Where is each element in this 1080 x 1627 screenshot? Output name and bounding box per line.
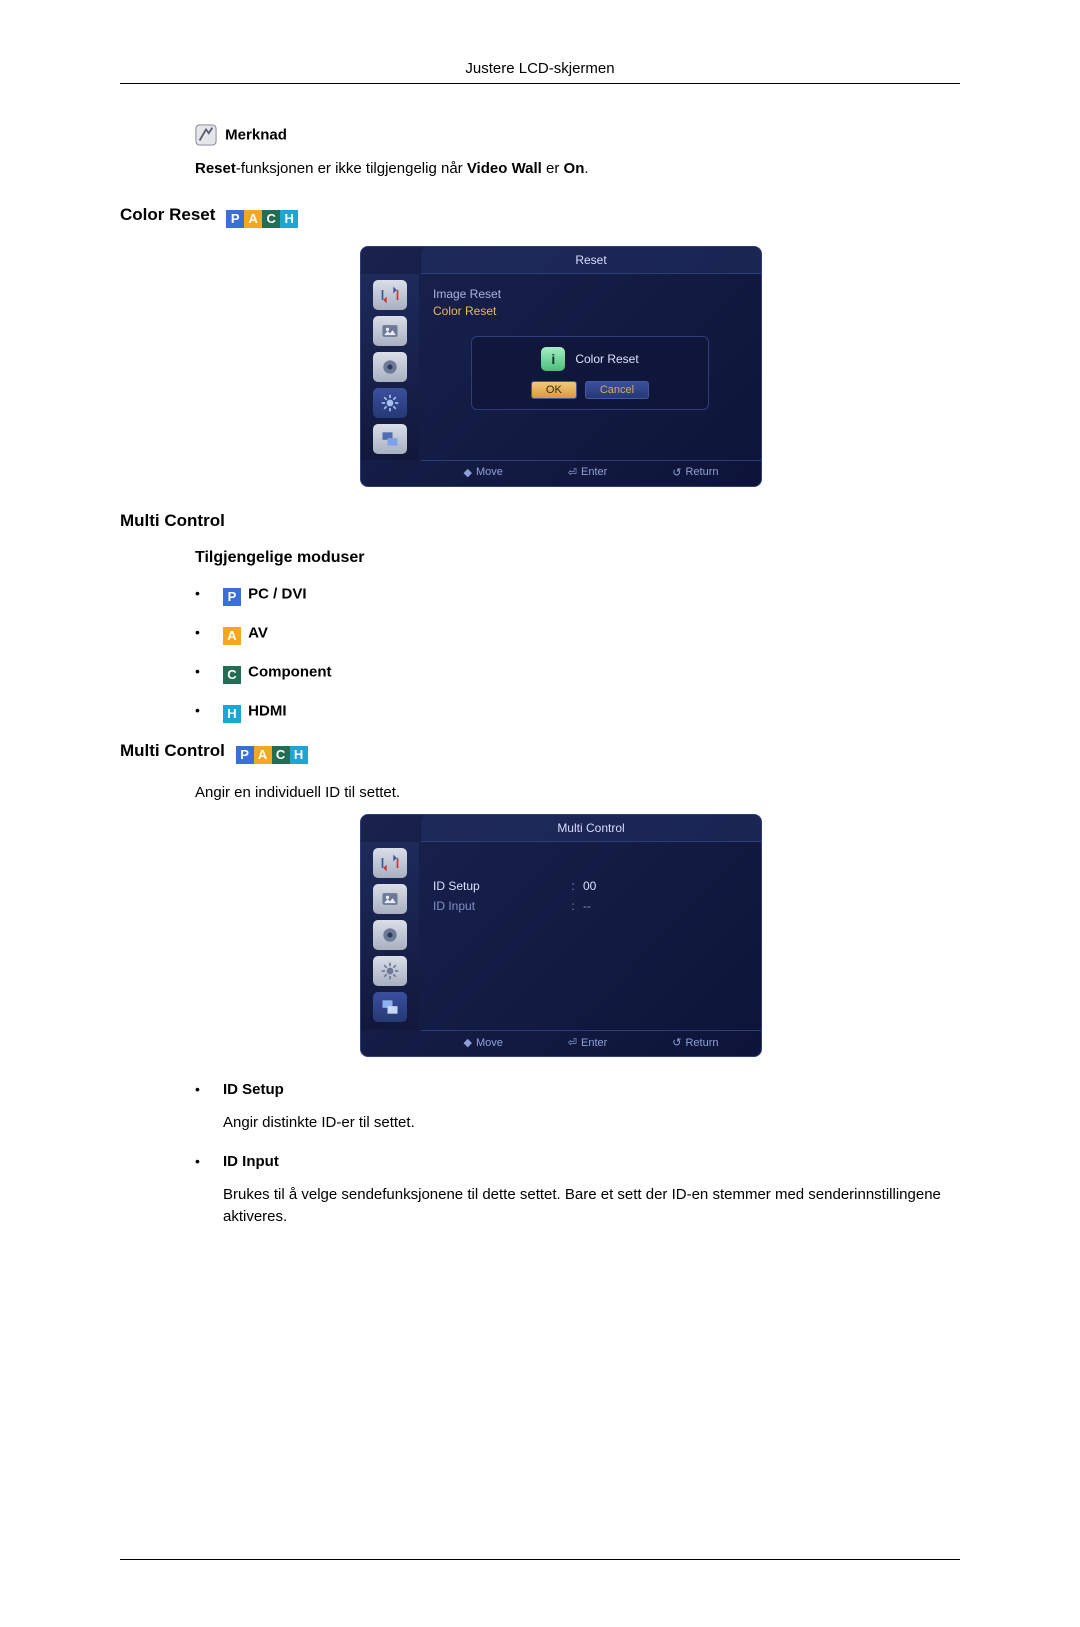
osd-footer-move: ◆ Move (463, 466, 502, 479)
osd-title: Reset (421, 247, 761, 274)
mode-item-av: A AV (195, 624, 960, 645)
page-footer-line (120, 1559, 960, 1560)
osd-side-icon-sound (373, 920, 407, 950)
osd-menu-color-reset: Color Reset (433, 304, 747, 318)
badge-h: H (290, 746, 308, 764)
section-multi-control2-heading: Multi Control PACH (120, 741, 960, 764)
osd-row-id-setup: ID Setup : 00 (433, 876, 747, 896)
id-input-label: ID Input (223, 1153, 279, 1170)
modes-heading: Tilgjengelige moduser (195, 549, 960, 567)
badge-c: C (272, 746, 290, 764)
badge-c-icon: C (223, 666, 241, 684)
section-color-reset-heading: Color Reset PACH (120, 205, 960, 228)
modes-list: P PC / DVI A AV C Component H HDMI (195, 585, 960, 723)
note-icon (195, 124, 217, 146)
osd-footer-enter: ⏎ Enter (568, 1036, 608, 1049)
osd-side-icon-sound (373, 352, 407, 382)
info-icon: i (541, 347, 565, 371)
multi-control-intro: Angir en individuell ID til settet. (195, 782, 960, 805)
osd-sidebar (361, 274, 419, 460)
pach-badges-2: PACH (236, 744, 308, 764)
badge-c: C (262, 210, 280, 228)
badge-p: P (236, 746, 254, 764)
osd-multicontrol-screenshot: Multi Control ID Setup : 00 ID (360, 814, 762, 1057)
id-setup-item: •ID Setup Angir distinkte ID-er til sett… (195, 1081, 960, 1135)
id-setup-desc: Angir distinkte ID-er til settet. (223, 1112, 960, 1135)
id-input-item: •ID Input Brukes til å velge sendefunksj… (195, 1153, 960, 1229)
badge-h: H (280, 210, 298, 228)
osd-side-icon-input (373, 280, 407, 310)
osd-side-icon-setup (373, 388, 407, 418)
badge-h-icon: H (223, 705, 241, 723)
osd-confirm-dialog: i Color Reset OK Cancel (471, 336, 709, 410)
badge-p-icon: P (223, 588, 241, 606)
note-text: Reset-funksjonen er ikke tilgjengelig nå… (195, 158, 960, 181)
note-bold-on: On (564, 160, 585, 177)
osd-side-icon-input (373, 848, 407, 878)
badge-a-icon: A (223, 627, 241, 645)
osd-footer-move: ◆ Move (463, 1036, 502, 1049)
osd-dialog-label: Color Reset (575, 352, 638, 366)
osd-footer-enter: ⏎ Enter (568, 466, 608, 479)
osd-sidebar (361, 842, 419, 1030)
osd-footer: ◆ Move ⏎ Enter ↺ Return (421, 460, 761, 486)
osd-side-icon-picture (373, 884, 407, 914)
osd-side-icon-multi (373, 424, 407, 454)
osd-side-icon-picture (373, 316, 407, 346)
mode-item-component: C Component (195, 663, 960, 684)
osd-footer-return: ↺ Return (672, 466, 718, 479)
page-title: Justere LCD-skjermen (465, 60, 614, 77)
badge-p: P (226, 210, 244, 228)
page-header: Justere LCD-skjermen (120, 60, 960, 84)
badge-a: A (244, 210, 262, 228)
note-label: Merknad (225, 127, 287, 144)
osd-footer: ◆ Move ⏎ Enter ↺ Return (421, 1030, 761, 1056)
mode-item-pc: P PC / DVI (195, 585, 960, 606)
note-block: Merknad (195, 124, 960, 146)
osd-side-icon-setup (373, 956, 407, 986)
mode-item-hdmi: H HDMI (195, 702, 960, 723)
section-multi-control-heading: Multi Control (120, 511, 960, 531)
badge-a: A (254, 746, 272, 764)
osd-title: Multi Control (421, 815, 761, 842)
osd-row-id-input: ID Input : -- (433, 896, 747, 916)
id-input-desc: Brukes til å velge sendefunksjonene til … (223, 1184, 960, 1229)
osd-menu-image-reset: Image Reset (433, 287, 747, 301)
note-bold-videowall: Video Wall (467, 160, 542, 177)
osd-side-icon-multi (373, 992, 407, 1022)
osd-reset-screenshot: Reset Image Reset Color Reset i Color R (360, 246, 762, 487)
id-setup-label: ID Setup (223, 1081, 284, 1098)
pach-badges: PACH (226, 208, 298, 228)
osd-ok-button: OK (531, 381, 577, 399)
osd-cancel-button: Cancel (585, 381, 649, 399)
osd-footer-return: ↺ Return (672, 1036, 718, 1049)
note-bold-reset: Reset (195, 160, 236, 177)
